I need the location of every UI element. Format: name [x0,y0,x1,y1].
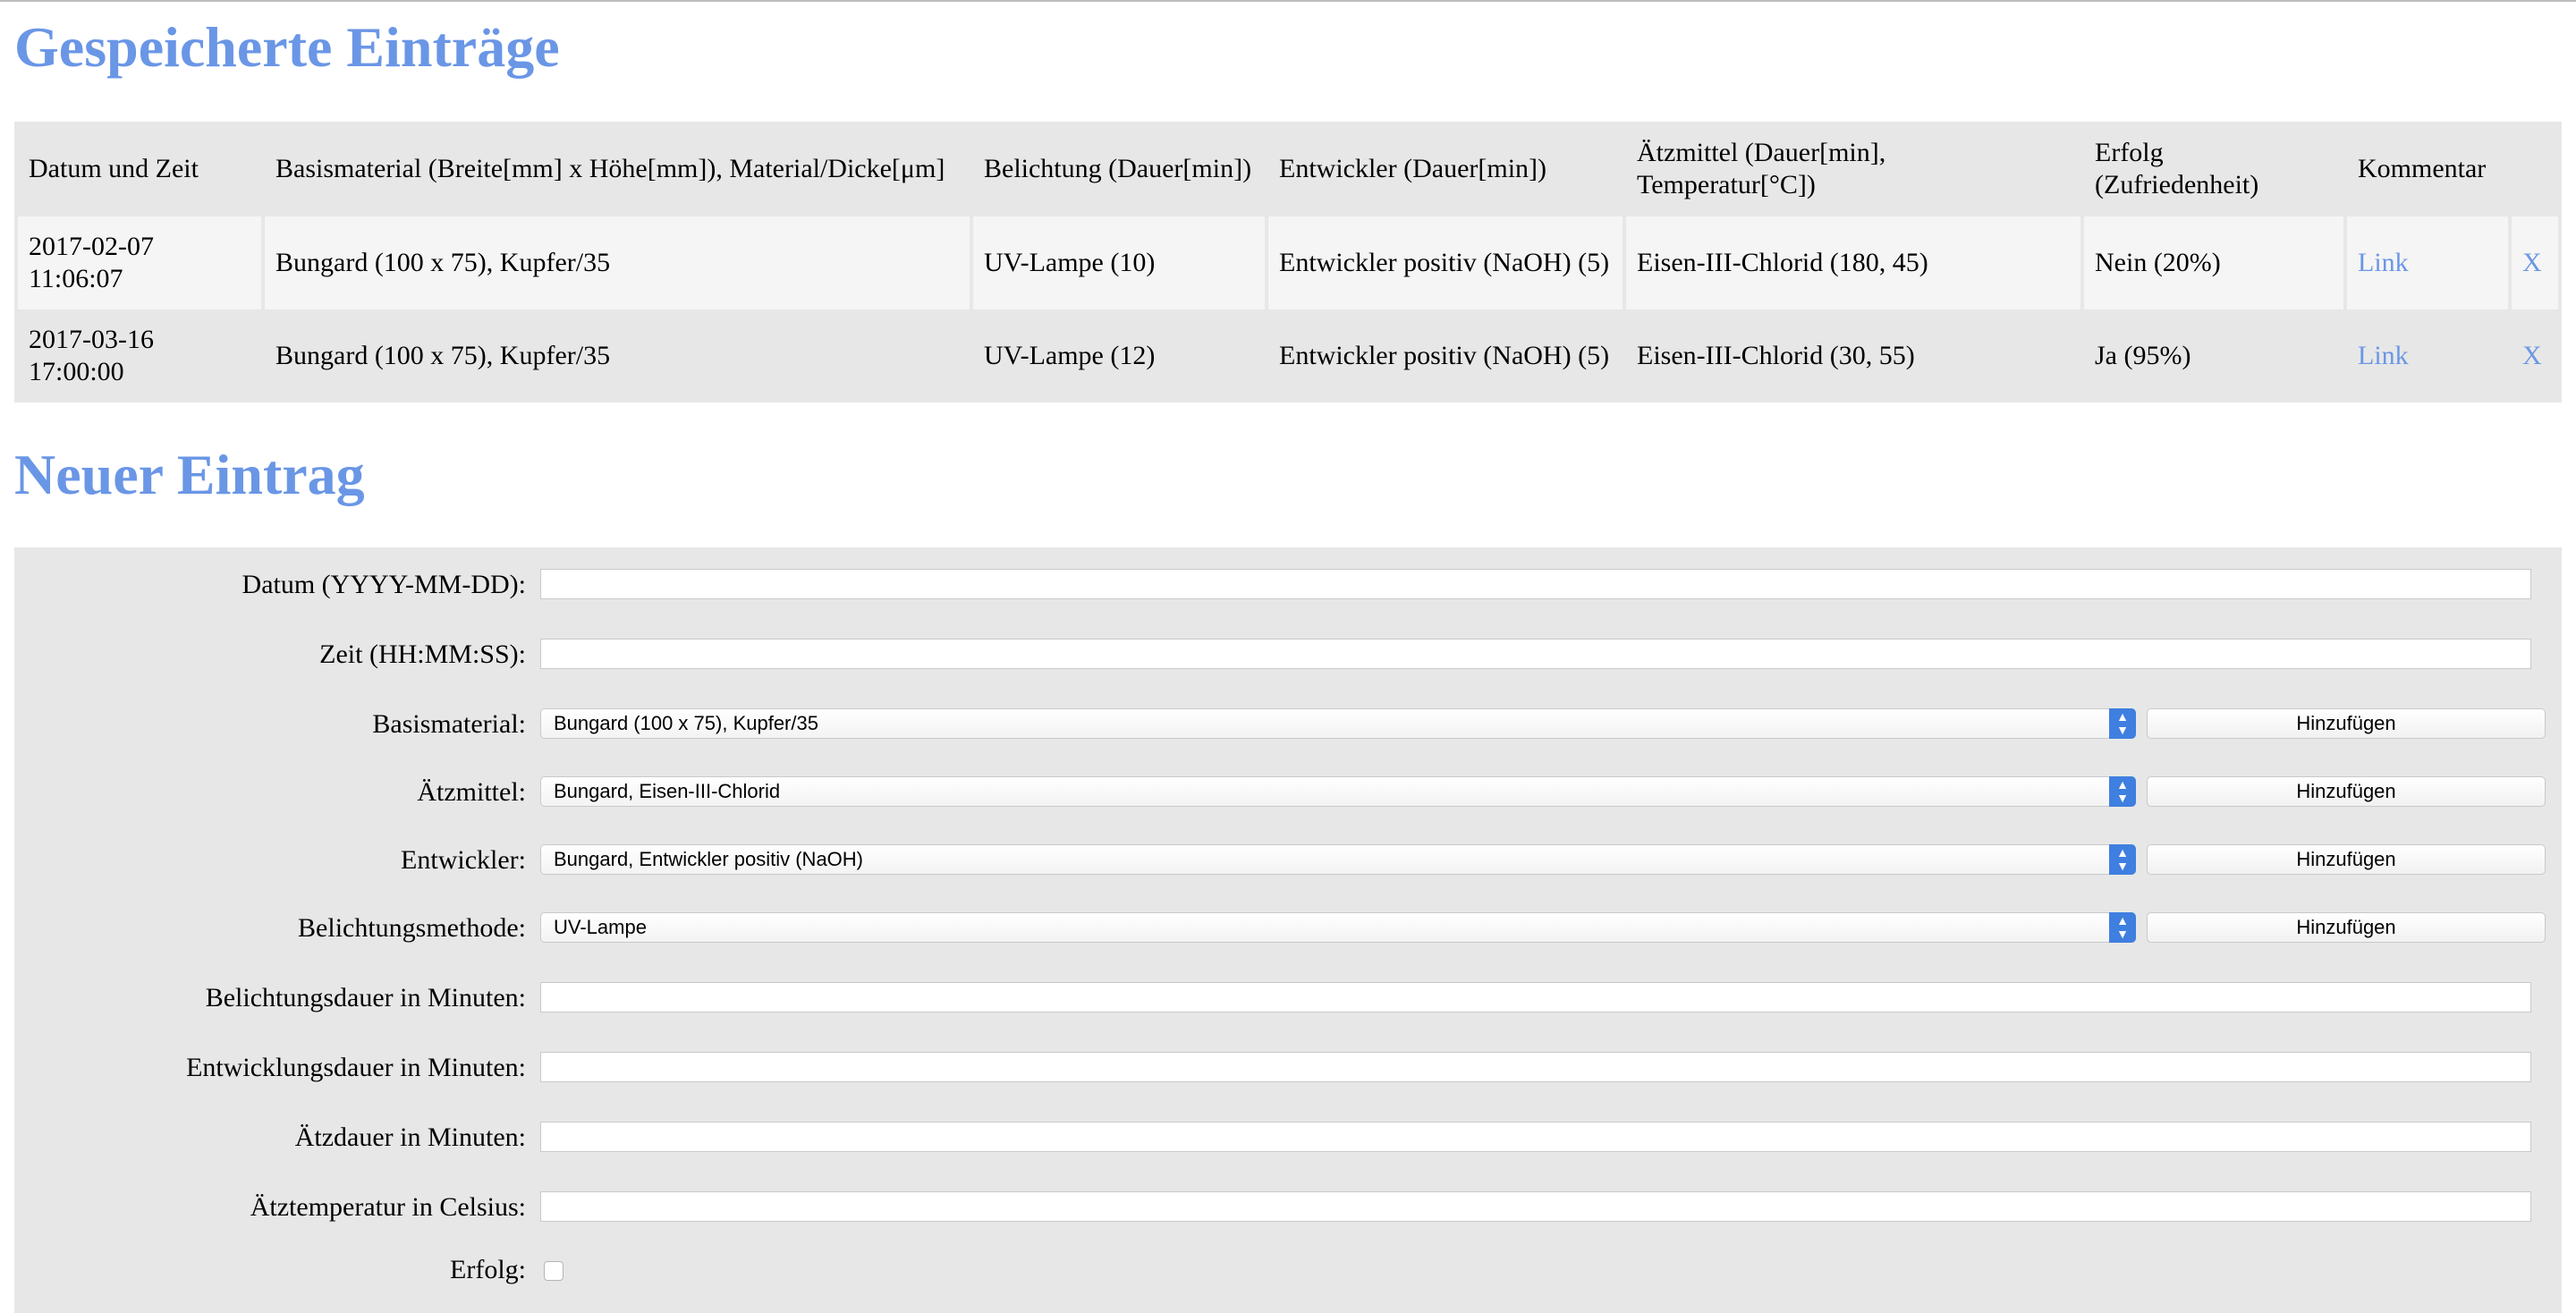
header-belichtung: Belichtung (Dauer[min]) [973,122,1265,216]
basismaterial-selected-value: Bungard (100 x 75), Kupfer/35 [554,712,818,734]
belichtungsmethode-label: Belichtungsmethode: [298,913,526,943]
erfolg-checkbox[interactable] [544,1261,564,1281]
basismaterial-label: Basismaterial: [372,709,526,739]
new-entry-heading: Neuer Eintrag [14,443,365,506]
cell-time: 17:00:00 [29,357,124,386]
erfolg-label: Erfolg: [450,1255,526,1284]
cell-belichtung: UV-Lampe (10) [973,216,1265,309]
cell-datetime: 2017-02-07 11:06:07 [18,216,261,309]
form-row-entwicklungsdauer: Entwicklungsdauer in Minuten: [14,1050,2562,1086]
entwickler-label: Entwickler: [401,845,526,875]
header-entwickler: Entwickler (Dauer[min]) [1268,122,1623,216]
basismaterial-select[interactable]: Bungard (100 x 75), Kupfer/35 ▲ ▼ [540,708,2136,739]
cell-erfolg: Ja (95%) [2084,309,2343,402]
form-row-datum: Datum (YYYY-MM-DD): [14,567,2562,603]
chevron-up-down-icon: ▲ ▼ [2109,844,2136,875]
entwicklungsdauer-input[interactable] [540,1052,2531,1082]
entwicklungsdauer-label: Entwicklungsdauer in Minuten: [186,1053,526,1082]
belichtungsmethode-selected-value: UV-Lampe [554,916,647,938]
form-row-erfolg: Erfolg: [14,1252,2562,1288]
comment-link[interactable]: Link [2358,248,2409,277]
aetzmittel-select[interactable]: Bungard, Eisen-III-Chlorid ▲ ▼ [540,776,2136,807]
header-erfolg: Erfolg (Zufriedenheit) [2084,122,2343,216]
form-row-belichtungsdauer: Belichtungsdauer in Minuten: [14,980,2562,1016]
cell-aetzmittel: Eisen-III-Chlorid (180, 45) [1626,216,2080,309]
table-row: 2017-02-07 11:06:07 Bungard (100 x 75), K… [18,216,2558,309]
zeit-input[interactable] [540,639,2531,669]
form-row-entwickler: Entwickler: Bungard, Entwickler positiv … [14,843,2562,878]
form-row-basismaterial: Basismaterial: Bungard (100 x 75), Kupfe… [14,707,2562,742]
aetzmittel-add-button[interactable]: Hinzufügen [2147,776,2546,807]
basismaterial-add-button[interactable]: Hinzufügen [2147,708,2546,739]
header-aetzmittel: Ätzmittel (Dauer[min], Temperatur[°C]) [1626,122,2080,216]
cell-kommentar: Link [2347,216,2508,309]
cell-entwickler: Entwickler positiv (NaOH) (5) [1268,309,1623,402]
saved-entries-heading: Gespeicherte Einträge [14,15,560,79]
header-datum-zeit: Datum und Zeit [18,122,261,216]
comment-link[interactable]: Link [2358,341,2409,370]
cell-delete: X [2512,216,2558,309]
aetzmittel-selected-value: Bungard, Eisen-III-Chlorid [554,780,781,802]
cell-aetzmittel: Eisen-III-Chlorid (30, 55) [1626,309,2080,402]
aetztemperatur-input[interactable] [540,1191,2531,1222]
form-row-aetzdauer: Ätzdauer in Minuten: [14,1120,2562,1156]
header-kommentar: Kommentar [2347,122,2508,216]
new-entry-form: Datum (YYYY-MM-DD): Zeit (HH:MM:SS): Bas… [14,547,2562,1313]
header-delete [2512,122,2558,216]
datum-input[interactable] [540,569,2531,599]
cell-delete: X [2512,309,2558,402]
belichtungsdauer-input[interactable] [540,982,2531,1012]
entwickler-add-button[interactable]: Hinzufügen [2147,844,2546,875]
delete-entry-button[interactable]: X [2522,248,2542,277]
belichtungsdauer-label: Belichtungsdauer in Minuten: [205,983,526,1012]
cell-belichtung: UV-Lampe (12) [973,309,1265,402]
table-header-row: Datum und Zeit Basismaterial (Breite[mm]… [18,122,2558,216]
cell-time: 11:06:07 [29,264,123,293]
saved-entries-table: Datum und Zeit Basismaterial (Breite[mm]… [14,122,2562,402]
cell-basismaterial: Bungard (100 x 75), Kupfer/35 [265,216,970,309]
cell-entwickler: Entwickler positiv (NaOH) (5) [1268,216,1623,309]
chevron-up-down-icon: ▲ ▼ [2109,708,2136,739]
belichtungsmethode-select[interactable]: UV-Lampe ▲ ▼ [540,912,2136,943]
datum-label: Datum (YYYY-MM-DD): [242,570,526,599]
entwickler-select[interactable]: Bungard, Entwickler positiv (NaOH) ▲ ▼ [540,844,2136,875]
header-basismaterial: Basismaterial (Breite[mm] x Höhe[mm]), M… [265,122,970,216]
cell-basismaterial: Bungard (100 x 75), Kupfer/35 [265,309,970,402]
form-row-zeit: Zeit (HH:MM:SS): [14,637,2562,673]
form-row-aetzmittel: Ätzmittel: Bungard, Eisen-III-Chlorid ▲ ▼… [14,775,2562,810]
aetzdauer-input[interactable] [540,1122,2531,1152]
cell-date: 2017-03-16 [29,325,154,354]
aetztemperatur-label: Ätztemperatur in Celsius: [250,1192,526,1222]
entwickler-selected-value: Bungard, Entwickler positiv (NaOH) [554,848,864,870]
cell-kommentar: Link [2347,309,2508,402]
cell-erfolg: Nein (20%) [2084,216,2343,309]
cell-datetime: 2017-03-16 17:00:00 [18,309,261,402]
aetzdauer-label: Ätzdauer in Minuten: [294,1122,526,1152]
form-row-aetztemperatur: Ätztemperatur in Celsius: [14,1190,2562,1225]
form-row-belichtungsmethode: Belichtungsmethode: UV-Lampe ▲ ▼ Hinzufüg… [14,911,2562,946]
delete-entry-button[interactable]: X [2522,341,2542,370]
cell-date: 2017-02-07 [29,232,154,261]
table-row: 2017-03-16 17:00:00 Bungard (100 x 75), K… [18,309,2558,402]
chevron-up-down-icon: ▲ ▼ [2109,912,2136,943]
chevron-up-down-icon: ▲ ▼ [2109,776,2136,807]
aetzmittel-label: Ätzmittel: [417,777,526,807]
belichtungsmethode-add-button[interactable]: Hinzufügen [2147,912,2546,943]
zeit-label: Zeit (HH:MM:SS): [319,640,526,669]
